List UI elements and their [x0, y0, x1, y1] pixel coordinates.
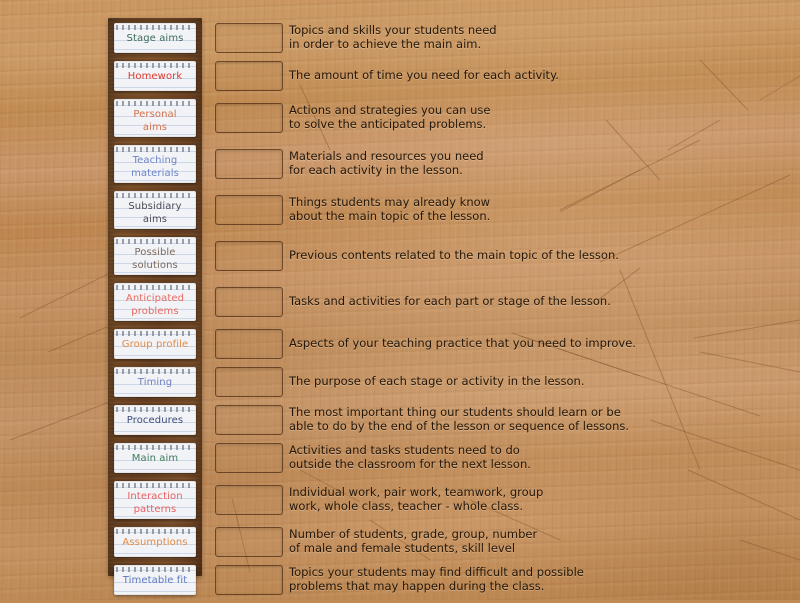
tile-label: Homework	[127, 71, 183, 82]
description-text: Topics and skills your students need in …	[289, 22, 497, 52]
description-text: Activities and tasks students need to do…	[289, 442, 531, 472]
drop-zone[interactable]	[215, 61, 283, 91]
tile-label: Interaction patterns	[127, 491, 183, 515]
tile-label: Group profile	[121, 339, 189, 350]
tile-label: Timing	[137, 377, 173, 388]
draggable-tile[interactable]: Homework	[114, 61, 196, 91]
draggable-tile[interactable]: Interaction patterns	[114, 481, 196, 519]
description-text: Aspects of your teaching practice that y…	[289, 335, 636, 350]
draggable-tile[interactable]: Group profile	[114, 329, 196, 359]
drop-zone[interactable]	[215, 195, 283, 225]
drop-zone[interactable]	[215, 443, 283, 473]
description-text: Previous contents related to the main to…	[289, 247, 619, 262]
drop-zone[interactable]	[215, 565, 283, 595]
description-text: Things students may already know about t…	[289, 194, 491, 224]
drop-zone[interactable]	[215, 149, 283, 179]
draggable-tiles-column: Stage aims Homework Personal aims Teachi…	[114, 23, 196, 603]
draggable-tile[interactable]: Subsidiary aims	[114, 191, 196, 229]
description-text: The most important thing our students sh…	[289, 404, 630, 434]
draggable-tile[interactable]: Stage aims	[114, 23, 196, 53]
drop-zone[interactable]	[215, 527, 283, 557]
drop-zone[interactable]	[215, 23, 283, 53]
drop-zone[interactable]	[215, 485, 283, 515]
draggable-tile[interactable]: Timetable fit	[114, 565, 196, 595]
draggable-tile[interactable]: Main aim	[114, 443, 196, 473]
tile-label: Timetable fit	[122, 575, 188, 586]
draggable-tile[interactable]: Procedures	[114, 405, 196, 435]
description-text: Actions and strategies you can use to so…	[289, 102, 491, 132]
drop-zone[interactable]	[215, 241, 283, 271]
drop-zone[interactable]	[215, 405, 283, 435]
draggable-tile[interactable]: Personal aims	[114, 99, 196, 137]
description-text: The purpose of each stage or activity in…	[289, 373, 585, 388]
tile-label: Main aim	[131, 453, 179, 464]
draggable-tile[interactable]: Anticipated problems	[114, 283, 196, 321]
draggable-tile[interactable]: Possible solutions	[114, 237, 196, 275]
tile-label: Possible solutions	[132, 247, 178, 271]
description-text: Topics your students may find difficult …	[289, 564, 584, 594]
tile-label: Assumptions	[122, 537, 188, 548]
draggable-tile[interactable]: Assumptions	[114, 527, 196, 557]
tile-label: Procedures	[126, 415, 184, 426]
drop-zone[interactable]	[215, 329, 283, 359]
draggable-tile[interactable]: Timing	[114, 367, 196, 397]
description-text: The amount of time you need for each act…	[289, 67, 559, 82]
description-text: Materials and resources you need for eac…	[289, 148, 484, 178]
drop-zone[interactable]	[215, 287, 283, 317]
drop-zone[interactable]	[215, 367, 283, 397]
tile-label: Anticipated problems	[125, 293, 185, 317]
drop-zone[interactable]	[215, 103, 283, 133]
tile-label: Personal aims	[133, 109, 177, 133]
draggable-tile[interactable]: Teaching materials	[114, 145, 196, 183]
tile-label: Stage aims	[126, 33, 184, 44]
description-text: Number of students, grade, group, number…	[289, 526, 538, 556]
tile-label: Teaching materials	[131, 155, 179, 179]
description-text: Tasks and activities for each part or st…	[289, 293, 611, 308]
description-text: Individual work, pair work, teamwork, gr…	[289, 484, 544, 514]
tile-label: Subsidiary aims	[128, 201, 182, 225]
